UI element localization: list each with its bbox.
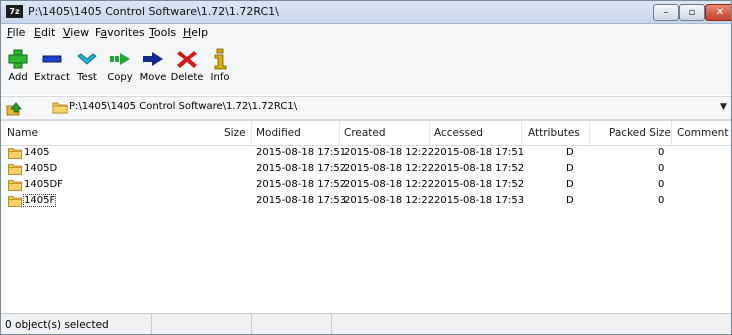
column-divider [671,121,672,145]
extract-button[interactable]: Extract [34,48,70,92]
close-button[interactable]: ✕ [705,4,731,21]
status-bar: 0 object(s) selected [1,313,731,334]
menu-tools[interactable]: Tools [149,26,176,39]
selection-status: 0 object(s) selected [5,319,109,331]
cell-accessed: 2015-08-18 17:51 [434,147,525,158]
toolbar: Add Extract Test Copy Move Delete Info [1,42,731,95]
cell-created: 2015-08-18 12:22 [344,163,435,174]
table-row[interactable]: 1405DF 2015-08-18 17:52 2015-08-18 12:22… [1,178,731,194]
folder-icon [8,164,22,175]
info-icon [214,48,227,70]
cell-attributes: D [566,147,574,158]
cell-accessed: 2015-08-18 17:52 [434,163,525,174]
table-row[interactable]: 1405 2015-08-18 17:51 2015-08-18 12:22 2… [1,146,731,162]
add-button[interactable]: Add [4,48,32,92]
column-packed-size[interactable]: Packed Size [609,127,671,139]
column-created[interactable]: Created [344,127,386,139]
folder-icon [52,102,68,114]
menu-file[interactable]: File [7,26,25,39]
title-bar[interactable]: 7z P:\1405\1405 Control Software\1.72\1.… [1,1,731,24]
cell-attributes: D [566,179,574,190]
cell-attributes: D [566,195,574,206]
cell-attributes: D [566,163,574,174]
menu-view[interactable]: View [63,26,89,39]
minus-icon [42,55,62,63]
cell-accessed: 2015-08-18 17:52 [434,179,525,190]
minimize-button[interactable]: – [653,4,679,21]
folder-icon [8,148,22,159]
column-comment[interactable]: Comment [677,127,728,139]
cell-modified: 2015-08-18 17:52 [256,179,347,190]
copy-button[interactable]: Copy [104,48,136,92]
cell-modified: 2015-08-18 17:52 [256,163,347,174]
column-divider [589,121,590,145]
chevron-down-icon[interactable]: ▼ [720,102,727,112]
cell-created: 2015-08-18 12:22 [344,179,435,190]
column-modified[interactable]: Modified [256,127,301,139]
menu-help[interactable]: Help [183,26,208,39]
cell-created: 2015-08-18 12:22 [344,195,435,206]
address-bar[interactable]: P:\1405\1405 Control Software\1.72\1.72R… [1,96,731,120]
cell-packed-size: 0 [658,147,665,158]
column-name[interactable]: Name [7,127,38,139]
folder-icon [8,196,22,207]
cell-modified: 2015-08-18 17:51 [256,147,347,158]
cell-packed-size: 0 [658,163,665,174]
status-divider [251,314,252,334]
delete-button[interactable]: Delete [169,48,205,92]
column-divider [251,121,252,145]
file-name[interactable]: 1405D [24,163,57,174]
maximize-button[interactable]: ▫ [679,4,705,21]
copy-arrow-icon [110,53,130,65]
cell-created: 2015-08-18 12:22 [344,147,435,158]
column-divider [429,121,430,145]
up-folder-icon[interactable] [6,100,22,116]
table-row[interactable]: 1405D 2015-08-18 17:52 2015-08-18 12:22 … [1,162,731,178]
menu-favorites[interactable]: Favorites [95,26,145,39]
status-divider [151,314,152,334]
address-path[interactable]: P:\1405\1405 Control Software\1.72\1.72R… [69,101,297,112]
file-list[interactable]: Name Size Modified Created Accessed Attr… [1,120,731,314]
column-attributes[interactable]: Attributes [528,127,580,139]
column-accessed[interactable]: Accessed [434,127,483,139]
column-divider [339,121,340,145]
delete-x-icon [177,51,197,68]
menu-edit[interactable]: Edit [34,26,55,39]
test-button[interactable]: Test [72,48,102,92]
cell-packed-size: 0 [658,195,665,206]
move-arrow-icon [143,52,163,66]
cell-modified: 2015-08-18 17:53 [256,195,347,206]
plus-icon [8,49,28,69]
folder-icon [8,180,22,191]
file-name[interactable]: 1405F [22,194,57,207]
app-window: 7z P:\1405\1405 Control Software\1.72\1.… [0,0,732,335]
window-title: P:\1405\1405 Control Software\1.72\1.72R… [28,5,279,18]
7zip-app-icon: 7z [6,5,23,18]
menu-bar: File Edit View Favorites Tools Help [1,24,731,42]
status-divider [331,314,332,334]
column-header-row: Name Size Modified Created Accessed Attr… [1,121,731,146]
file-name[interactable]: 1405DF [24,179,63,190]
table-row[interactable]: 1405F 2015-08-18 17:53 2015-08-18 12:22 … [1,194,731,210]
column-divider [521,121,522,145]
file-name[interactable]: 1405 [24,147,49,158]
move-button[interactable]: Move [137,48,169,92]
info-button[interactable]: Info [207,48,233,92]
checkmark-icon [77,53,97,65]
cell-accessed: 2015-08-18 17:53 [434,195,525,206]
column-size[interactable]: Size [224,127,246,139]
cell-packed-size: 0 [658,179,665,190]
